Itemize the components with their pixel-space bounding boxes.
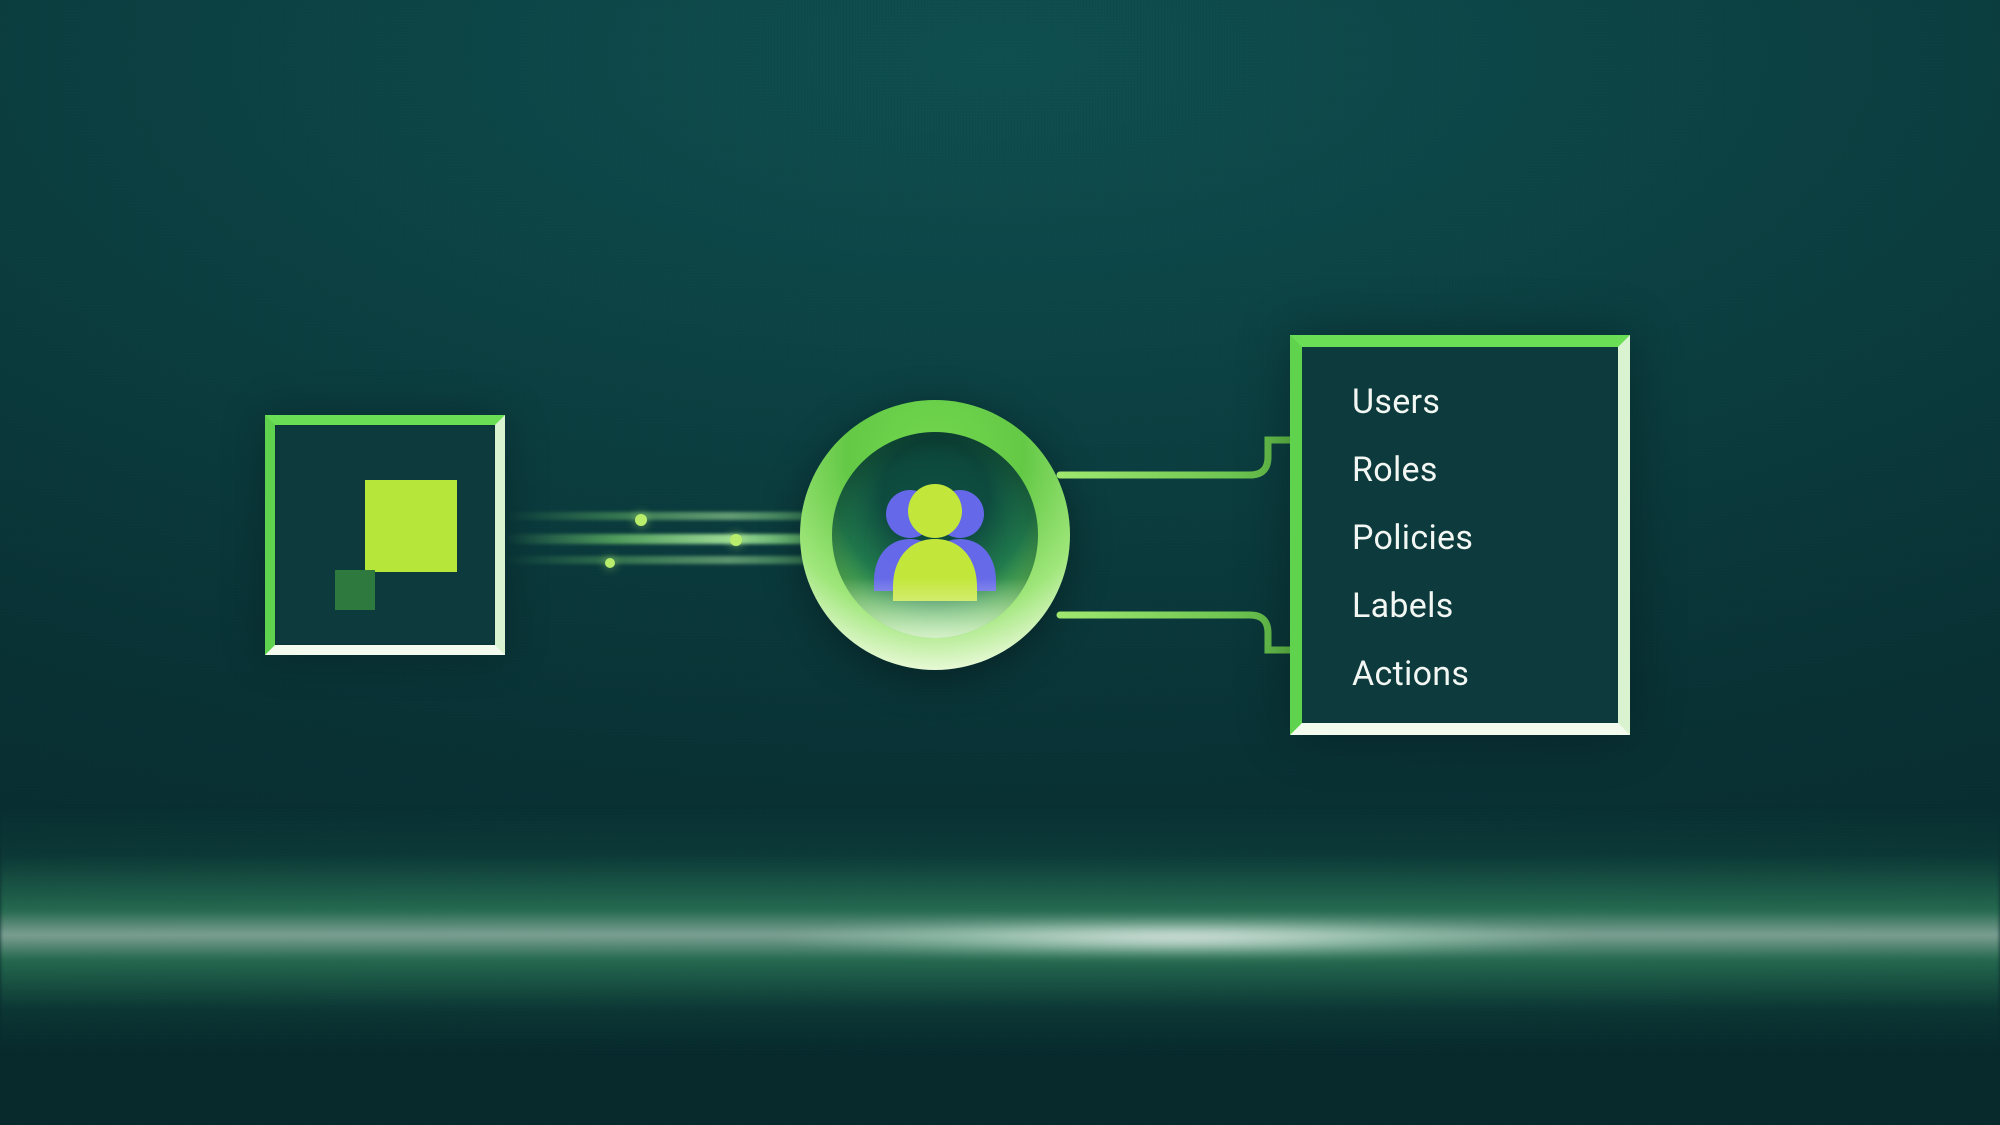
list-item-policies: Policies (1352, 518, 1598, 558)
list-item-users: Users (1352, 382, 1598, 422)
list-item-roles: Roles (1352, 450, 1598, 490)
source-node (265, 415, 505, 655)
output-list-panel: Users Roles Policies Labels Actions (1290, 335, 1630, 735)
hub-node (800, 400, 1070, 670)
squares-icon-secondary (335, 570, 375, 610)
hub-inner (832, 432, 1038, 638)
squares-icon (365, 480, 457, 572)
list-item-actions: Actions (1352, 654, 1598, 694)
connector-left (505, 500, 825, 580)
floor-light-streak (0, 805, 2000, 1055)
diagram-stage: Users Roles Policies Labels Actions (0, 0, 2000, 1125)
users-group-icon (860, 469, 1010, 609)
list-item-labels: Labels (1352, 586, 1598, 626)
